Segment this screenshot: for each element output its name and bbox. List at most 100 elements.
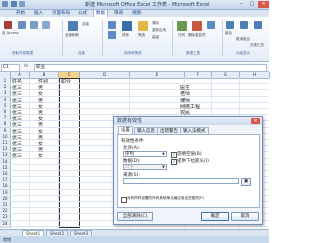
cancel-button[interactable]: 取消 [231,212,259,221]
cell-name[interactable]: 张三 [12,91,22,97]
cell-name[interactable]: 张三 [12,122,22,128]
group-icon[interactable] [226,21,234,29]
formula-input[interactable]: 职业 [34,64,267,72]
cell-occupation[interactable]: 老师 [180,91,190,97]
ungroup-icon[interactable] [240,21,248,29]
minimize-button[interactable]: – [236,1,246,8]
filter-label: 筛选 [138,33,145,37]
cell-name[interactable]: 张三 [12,147,22,153]
tab-review[interactable]: 审阅 [112,10,125,17]
cell-gender[interactable]: 女 [38,141,43,147]
cell-gender[interactable]: 女 [38,153,43,159]
tab-page-layout[interactable]: 页面布局 [50,10,72,17]
office-button-icon[interactable] [2,1,8,7]
column-header[interactable]: D [80,72,130,78]
window-title: 新建 Microsoft Office Excel 工作表 - Microsof… [85,2,210,8]
tab-view[interactable]: 视图 [130,10,143,17]
cell-gender[interactable]: 男 [38,98,43,104]
column-header[interactable]: H [240,72,270,78]
cell-name[interactable]: 张三 [12,85,22,91]
group-data-tools: 数据工具 [186,51,200,55]
cell-gender[interactable]: 女 [38,91,43,97]
column-header[interactable]: F [185,72,212,78]
selected-column-c[interactable] [59,78,80,228]
tab-formulas[interactable]: 公式 [76,10,89,17]
cell-occupation[interactable]: 网络工程 [180,104,200,110]
ribbon-tab-bar: 开始 插入 页面布局 公式 数据 审阅 视图 [0,9,269,17]
source-input[interactable] [123,178,239,184]
data-validation-dialog: 数据有效性 × 设置 输入信息 出错警告 输入法模式 有效性条件 允许(A): … [113,116,263,225]
column-header[interactable]: E [130,72,185,78]
remove-duplicates-icon[interactable] [192,21,202,31]
connections-label[interactable]: 连接 [82,22,89,27]
cell-name[interactable]: 张三 [12,104,22,110]
name-box[interactable]: C1 [1,64,20,72]
cell-gender[interactable]: 女 [38,104,43,110]
grid-line [10,89,269,91]
data-validation-icon[interactable] [207,21,215,29]
sort-za-icon[interactable] [108,31,116,39]
subtotal-icon[interactable] [254,21,262,29]
allow-select[interactable]: 序列 ▼ [123,151,167,157]
dialog-close-button[interactable]: × [251,118,260,124]
ribbon-divider [172,20,173,56]
cell-name[interactable]: 张三 [12,141,22,147]
cell-gender[interactable]: 男 [38,122,43,128]
fx-icon[interactable]: fx [24,64,28,69]
ok-button[interactable]: 确定 [201,212,229,221]
cell-name[interactable]: 张三 [12,110,22,116]
tab-data[interactable]: 数据 [93,9,108,17]
clear-all-button[interactable]: 全部清除(C) [117,212,153,221]
chevron-down-icon: ▼ [162,165,165,169]
cell-name[interactable]: 张三 [12,129,22,135]
cell-name[interactable]: 张三 [12,135,22,141]
text-to-columns-label: 分列 [178,33,185,37]
cell-name[interactable]: 张三 [12,153,22,159]
tab-home[interactable]: 开始 [14,10,27,17]
cell-occupation[interactable]: 律师 [180,98,190,104]
grid-line [10,101,269,103]
title-bar: 新建 Microsoft Office Excel 工作表 - Microsof… [0,0,269,10]
group-sort-filter: 排序和筛选 [124,51,142,55]
cell-occupation[interactable]: 医生 [180,85,190,91]
access-icon[interactable] [4,21,12,29]
subtotal-label: 分类汇总 [250,43,264,47]
undo-icon[interactable] [19,1,25,7]
tab-insert[interactable]: 插入 [32,10,45,17]
cell-gender[interactable]: 女 [38,116,43,122]
cell-gender[interactable]: 男 [38,147,43,153]
ignore-blank-label: 忽略空值(B) [177,152,202,157]
cell-name[interactable]: 张三 [12,116,22,122]
maximize-button[interactable]: □ [247,1,257,8]
group-connections: 连接 [78,51,85,55]
clear-label[interactable]: 清除 [152,21,159,26]
collapse-range-icon[interactable]: ▣ [241,178,251,186]
status-bar: 就绪 [0,236,269,243]
save-icon[interactable] [11,1,17,7]
column-header[interactable]: A [10,72,30,78]
cell-gender[interactable]: 男 [38,110,43,116]
web-icon[interactable] [18,21,26,29]
sort-icon[interactable] [122,21,132,31]
cell-name[interactable]: 张三 [12,98,22,104]
other-sources-icon[interactable] [42,21,50,29]
apply-all-label: 对有同样设置的所有其他单元格应用这些更改(P) [127,196,204,200]
refresh-icon[interactable] [68,21,78,31]
cell-gender[interactable]: 女 [38,129,43,135]
cell-gender[interactable]: 男 [38,135,43,141]
close-button[interactable]: × [258,1,269,8]
group-label: 组合 [225,31,232,35]
data-select[interactable]: 介于 ▼ [123,164,167,170]
text-icon[interactable] [30,21,38,29]
column-header[interactable]: B [30,72,59,78]
column-header[interactable]: G [212,72,240,78]
reapply-label[interactable]: 重新应用 [152,28,166,33]
filter-icon[interactable] [138,21,148,31]
status-text: 就绪 [3,237,11,242]
grid-line [10,108,269,109]
ribbon-divider [62,20,63,56]
text-to-columns-icon[interactable] [177,21,187,31]
cell-gender[interactable]: 男 [38,85,43,91]
advanced-label[interactable]: 高级 [152,35,159,40]
sort-az-icon[interactable] [108,21,116,29]
